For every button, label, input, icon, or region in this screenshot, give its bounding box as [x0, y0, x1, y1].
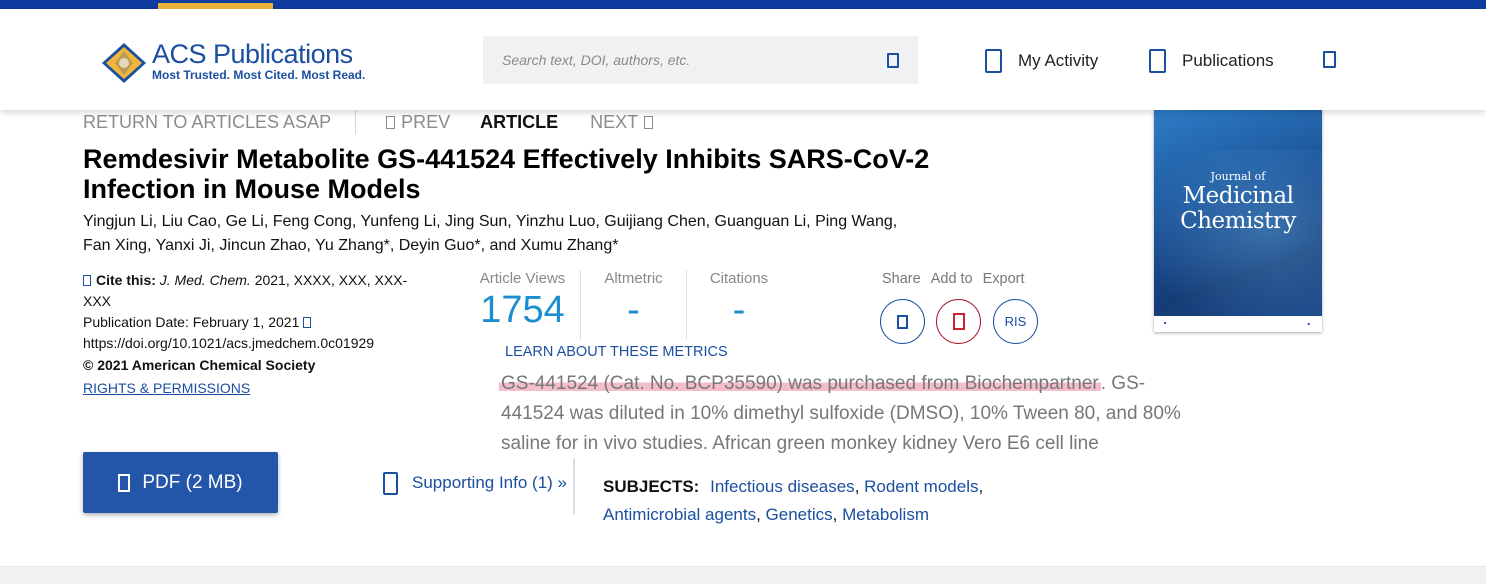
search-icon[interactable]	[887, 53, 899, 68]
search-bar	[483, 36, 918, 84]
cite-label: Cite this:	[96, 272, 156, 288]
nav-publications-label: Publications	[1182, 51, 1274, 70]
citations-value: -	[732, 289, 746, 331]
acs-logo[interactable]: ACS Publications Most Trusted. Most Cite…	[100, 39, 365, 89]
nav-divider	[355, 110, 357, 134]
altmetric-metric[interactable]: Altmetric -	[580, 270, 686, 340]
activity-icon	[985, 49, 1002, 73]
publication-date-text: Publication Date: February 1, 2021	[83, 314, 300, 330]
export-ris-button[interactable]: RIS	[993, 299, 1038, 344]
prev-link[interactable]: PREV	[380, 112, 450, 133]
learn-metrics-link[interactable]: LEARN ABOUT THESE METRICS	[505, 344, 728, 360]
views-value: 1754	[480, 289, 565, 331]
author-list: Yingjun Li, Liu Cao, Ge Li, Feng Cong, Y…	[83, 210, 1003, 258]
chevron-left-icon	[386, 115, 396, 129]
bookmark-icon	[952, 313, 965, 330]
brand-tagline: Most Trusted. Most Cited. Most Read.	[152, 68, 366, 82]
cover-footer: ■ ■	[1154, 316, 1322, 332]
cover-footer-mark: ■	[1307, 321, 1310, 326]
info-icon[interactable]	[303, 317, 312, 328]
journal-cover[interactable]: Journal of Medicinal Chemistry ■ ■	[1154, 110, 1322, 332]
add-to-button[interactable]	[936, 299, 981, 344]
next-link[interactable]: NEXT	[590, 112, 659, 133]
publication-date: Publication Date: February 1, 2021	[83, 312, 433, 333]
cite-this: Cite this: J. Med. Chem. 2021, XXXX, XXX…	[83, 270, 433, 312]
altmetric-label: Altmetric	[604, 270, 663, 287]
section-divider	[573, 458, 575, 514]
cover-title-line-1: Medicinal	[1182, 183, 1294, 209]
chevron-right-icon	[644, 115, 654, 129]
copyright-notice: © 2021 American Chemical Society	[83, 357, 316, 373]
doi-link[interactable]: https://doi.org/10.1021/acs.jmedchem.0c0…	[83, 333, 433, 354]
subject-metabolism[interactable]: Metabolism	[842, 505, 929, 524]
citation-block: Cite this: J. Med. Chem. 2021, XXXX, XXX…	[83, 270, 433, 399]
citations-label: Citations	[709, 270, 769, 287]
journal-abbrev: J. Med. Chem.	[159, 272, 251, 288]
nav-publications[interactable]: Publications	[1149, 47, 1274, 75]
article-navigation: RETURN TO ARTICLES ASAP PREV ARTICLE NEX…	[83, 110, 659, 134]
brand-title: ACS Publications	[152, 39, 353, 69]
cover-journal-of: Journal of	[1210, 170, 1266, 183]
footer-strip	[0, 566, 1486, 584]
export-label: Export	[982, 271, 1025, 287]
pdf-button-label: PDF (2 MB)	[142, 471, 243, 493]
supporting-info-link[interactable]: Supporting Info (1) »	[383, 470, 567, 496]
next-label: NEXT	[590, 111, 639, 132]
rights-permissions-link[interactable]: RIGHTS & PERMISSIONS	[83, 378, 250, 399]
authors-line-2[interactable]: Fan Xing, Yanxi Ji, Jincun Zhao, Yu Zhan…	[83, 234, 1003, 258]
export-format-label: RIS	[1004, 314, 1027, 329]
search-input[interactable]	[483, 36, 863, 84]
subject-infectious-diseases[interactable]: Infectious diseases	[710, 477, 855, 496]
add-to-label: Add to	[930, 271, 973, 287]
supporting-info-label: Supporting Info (1) »	[412, 473, 567, 492]
prev-label: PREV	[401, 111, 451, 132]
citations-metric[interactable]: Citations -	[686, 270, 791, 340]
cover-journal-title: Medicinal Chemistry	[1154, 184, 1322, 234]
subject-rodent-models[interactable]: Rodent models	[864, 477, 978, 496]
action-labels: Share Add to Export	[882, 271, 1025, 287]
nav-my-activity-label: My Activity	[1018, 51, 1099, 70]
subject-antimicrobial-agents[interactable]: Antimicrobial agents	[603, 505, 756, 524]
return-to-asap-link[interactable]: RETURN TO ARTICLES ASAP	[83, 112, 331, 133]
subject-genetics[interactable]: Genetics	[766, 505, 833, 524]
publications-icon	[1149, 49, 1166, 73]
article-excerpt: GS-441524 (Cat. No. BCP35590) was purcha…	[499, 369, 1201, 459]
document-icon	[383, 471, 398, 495]
share-icon	[897, 314, 908, 329]
authors-line-1[interactable]: Yingjun Li, Liu Cao, Ge Li, Feng Cong, Y…	[83, 210, 1003, 234]
menu-icon[interactable]	[1323, 51, 1336, 68]
pdf-icon	[118, 473, 131, 492]
subjects-list: SUBJECTS: Infectious diseases, Rodent mo…	[603, 477, 984, 524]
views-label: Article Views	[479, 270, 566, 287]
site-header: ACS Publications Most Trusted. Most Cite…	[0, 9, 1486, 110]
quote-icon	[83, 275, 91, 286]
current-article-label: ARTICLE	[480, 111, 559, 132]
altmetric-value: -	[627, 289, 640, 331]
cover-title-line-2: Chemistry	[1180, 208, 1296, 234]
article-title: Remdesivir Metabolite GS-441524 Effectiv…	[83, 144, 930, 204]
nav-my-activity[interactable]: My Activity	[985, 47, 1098, 75]
subjects-label: SUBJECTS:	[603, 477, 700, 496]
cover-footer-logo: ■	[1164, 320, 1167, 325]
article-views-metric: Article Views 1754	[465, 270, 580, 340]
metrics-panel: Article Views 1754 Altmetric - Citations…	[465, 270, 791, 340]
share-label: Share	[882, 271, 921, 287]
share-button[interactable]	[880, 299, 925, 344]
highlighted-passage: GS-441524 (Cat. No. BCP35590) was purcha…	[499, 373, 1101, 394]
acs-diamond-icon	[102, 43, 146, 83]
pdf-download-button[interactable]: PDF (2 MB)	[83, 452, 278, 513]
